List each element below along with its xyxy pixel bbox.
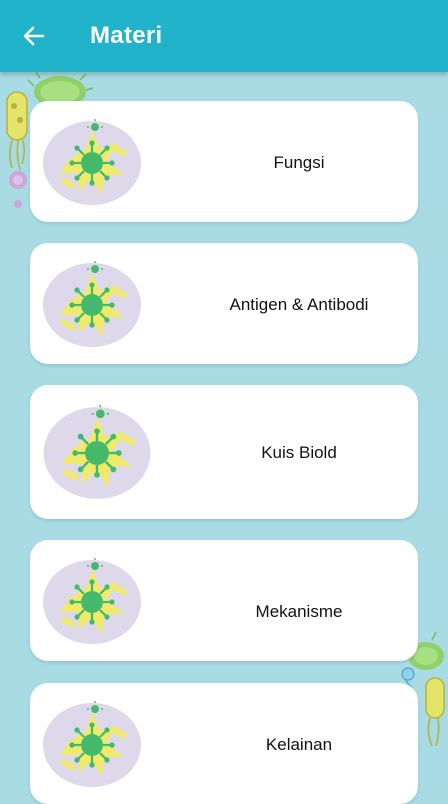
virus-illustration-icon: [43, 261, 141, 347]
virus-illustration-icon: [43, 119, 141, 205]
menu-item-kuis-biold[interactable]: Kuis Biold: [30, 385, 418, 519]
app-bar: Materi: [0, 0, 448, 72]
menu-item-label: Antigen & Antibodi: [229, 295, 369, 314]
menu-item-fungsi[interactable]: Fungsi: [30, 101, 418, 222]
menu-item-label: Mekanisme: [255, 602, 343, 621]
menu-item-mekanisme[interactable]: Mekanisme: [30, 540, 418, 661]
virus-illustration-icon: [43, 558, 141, 644]
menu-item-antigen-antibodi[interactable]: Antigen & Antibodi: [30, 243, 418, 364]
page-title: Materi: [90, 22, 163, 49]
virus-illustration-icon: [43, 405, 151, 499]
menu-item-label: Kelainan: [265, 735, 333, 754]
menu-item-kelainan[interactable]: Kelainan: [30, 683, 418, 804]
virus-illustration-icon: [43, 701, 141, 787]
back-button[interactable]: [14, 18, 54, 54]
menu-item-label: Kuis Biold: [261, 443, 337, 462]
menu-item-label: Fungsi: [273, 153, 325, 172]
arrow-left-icon: [23, 26, 45, 46]
